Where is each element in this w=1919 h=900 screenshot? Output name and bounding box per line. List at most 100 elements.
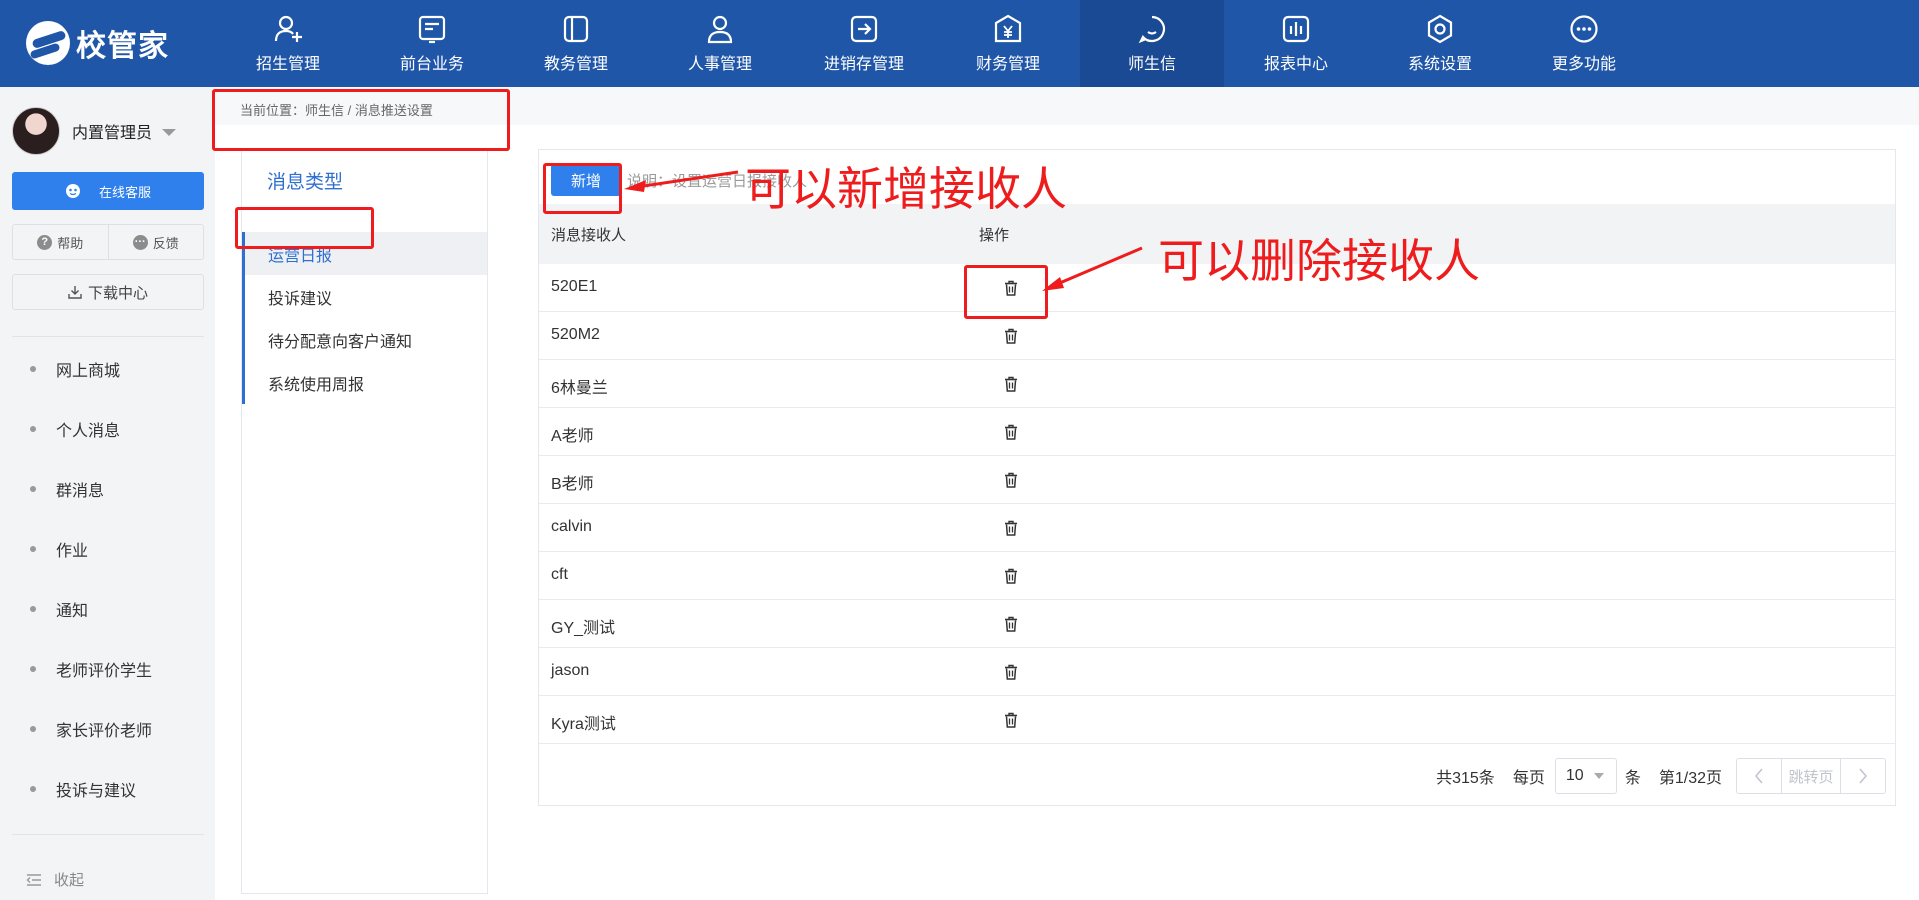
- table-row: calvin: [539, 504, 1895, 552]
- nav-item-4[interactable]: 进销存管理: [792, 0, 936, 87]
- nav-item-9[interactable]: 更多功能: [1512, 0, 1656, 87]
- annotation-add-note: 可以新增接收人: [745, 163, 1067, 215]
- feedback-label: 反馈: [152, 235, 179, 251]
- table-row: Kyra测试: [539, 696, 1895, 744]
- app-logo[interactable]: 校管家: [26, 18, 169, 68]
- bullet-icon: [30, 786, 36, 792]
- page-size-select[interactable]: 10: [1554, 758, 1617, 794]
- help-button[interactable]: ? 帮助: [13, 225, 109, 259]
- collapse-sidebar-button[interactable]: 收起: [26, 869, 84, 890]
- question-icon: ?: [37, 234, 53, 250]
- table-body: 520E1 520M2 6林曼兰 A老师 B老师 calvin cft GY_测试 jason K…: [539, 264, 1895, 744]
- online-service-button[interactable]: 在线客服: [12, 172, 204, 210]
- trash-icon[interactable]: [1004, 376, 1018, 392]
- table-row: B老师: [539, 456, 1895, 504]
- next-page-button[interactable]: [1841, 759, 1885, 793]
- jump-page-button[interactable]: 跳转页: [1781, 759, 1841, 793]
- pagination-per-page-label: 每页: [1512, 770, 1545, 787]
- book-icon: [561, 14, 591, 44]
- table-row: A老师: [539, 408, 1895, 456]
- nav-item-8[interactable]: 系统设置: [1368, 0, 1512, 87]
- download-center-button[interactable]: 下载中心: [12, 274, 204, 310]
- annotation-box-add-button: [543, 163, 622, 214]
- receiver-name: 520E1: [551, 278, 598, 295]
- headset-icon: [65, 184, 80, 198]
- nav-item-label: 更多功能: [1551, 55, 1616, 73]
- message-type-item-2[interactable]: 待分配意向客户通知: [242, 318, 487, 361]
- user-name[interactable]: 内置管理员: [72, 119, 152, 143]
- table-row: GY_测试: [539, 600, 1895, 648]
- nav-item-3[interactable]: 人事管理: [648, 0, 792, 87]
- screen-icon: [417, 14, 447, 44]
- bullet-icon: [30, 726, 36, 732]
- help-label: 帮助: [57, 235, 84, 251]
- nav-item-5[interactable]: 财务管理: [936, 0, 1080, 87]
- trash-icon[interactable]: [1004, 424, 1018, 440]
- nav-item-label: 前台业务: [399, 55, 464, 73]
- receiver-name: cft: [551, 566, 568, 583]
- sidebar-item-1[interactable]: 个人消息: [0, 399, 215, 459]
- avatar[interactable]: [12, 107, 60, 155]
- trash-icon[interactable]: [1004, 616, 1018, 632]
- main-content: 消息类型 运营日报 投诉建议 待分配意向客户通知 系统使用周报 新增 说明：设置运营日…: [215, 125, 1919, 900]
- prev-page-button[interactable]: [1737, 759, 1781, 793]
- trash-icon[interactable]: [1004, 568, 1018, 584]
- sidebar-item-label: 通知: [56, 603, 89, 620]
- trash-icon[interactable]: [1004, 520, 1018, 536]
- bullet-icon: [30, 366, 36, 372]
- sidebar-item-label: 家长评价老师: [56, 723, 153, 740]
- nav-item-0[interactable]: 招生管理: [216, 0, 360, 87]
- nav-item-7[interactable]: 报表中心: [1224, 0, 1368, 87]
- sidebar-item-label: 网上商城: [56, 363, 121, 380]
- trash-icon[interactable]: [1004, 712, 1018, 728]
- left-sidebar: 内置管理员 在线客服 ? 帮助 ··· 反馈 下载中心 网上商城个人消息群消息作…: [0, 87, 215, 900]
- message-type-list: 运营日报 投诉建议 待分配意向客户通知 系统使用周报: [242, 232, 487, 404]
- logo-text: 校管家: [76, 30, 169, 63]
- dots-icon: ···: [132, 234, 148, 250]
- nav-item-1[interactable]: 前台业务: [360, 0, 504, 87]
- more-icon: [1569, 14, 1599, 44]
- trash-icon[interactable]: [1004, 664, 1018, 680]
- receiver-name: A老师: [551, 428, 594, 445]
- bullet-icon: [30, 666, 36, 672]
- sidebar-item-5[interactable]: 老师评价学生: [0, 639, 215, 699]
- chevron-down-icon: [1593, 773, 1604, 779]
- sidebar-item-7[interactable]: 投诉与建议: [0, 759, 215, 819]
- nav-item-6[interactable]: 师生信: [1080, 0, 1224, 87]
- bullet-icon: [30, 606, 36, 612]
- message-type-title: 消息类型: [267, 172, 344, 193]
- sidebar-item-3[interactable]: 作业: [0, 519, 215, 579]
- pagination-page: 第1/32页: [1658, 770, 1722, 787]
- annotation-box-message-type: [235, 207, 374, 249]
- nav-item-label: 财务管理: [975, 55, 1040, 73]
- trash-icon[interactable]: [1004, 328, 1018, 344]
- sidebar-item-0[interactable]: 网上商城: [0, 339, 215, 399]
- sidebar-item-label: 作业: [56, 543, 89, 560]
- nav-item-2[interactable]: 教务管理: [504, 0, 648, 87]
- chevron-left-icon: [1755, 768, 1763, 784]
- nav-item-label: 报表中心: [1263, 55, 1328, 73]
- sidebar-item-4[interactable]: 通知: [0, 579, 215, 639]
- message-type-panel: 消息类型 运营日报 投诉建议 待分配意向客户通知 系统使用周报: [241, 149, 488, 894]
- transfer-icon: [849, 14, 879, 44]
- top-navigation-bar: 校管家 招生管理 前台业务 教务管理 人事管理 进销存管理 财务管理 师生信 报表中心 系统设置…: [0, 0, 1919, 87]
- message-type-item-3[interactable]: 系统使用周报: [242, 361, 487, 404]
- collapse-label: 收起: [54, 872, 85, 889]
- sidebar-item-6[interactable]: 家长评价老师: [0, 699, 215, 759]
- feedback-button[interactable]: ··· 反馈: [109, 225, 204, 259]
- message-type-item-1[interactable]: 投诉建议: [242, 275, 487, 318]
- bullet-icon: [30, 546, 36, 552]
- nav-item-label: 进销存管理: [823, 55, 904, 73]
- sidebar-item-2[interactable]: 群消息: [0, 459, 215, 519]
- user-menu[interactable]: 内置管理员: [12, 107, 177, 155]
- sidebar-menu: 网上商城个人消息群消息作业通知老师评价学生家长评价老师投诉与建议: [0, 339, 215, 819]
- nav-item-label: 人事管理: [687, 55, 752, 73]
- receiver-name: B老师: [551, 476, 594, 493]
- chevron-down-icon[interactable]: [162, 128, 177, 136]
- user-plus-icon: [273, 14, 303, 44]
- download-icon: [68, 286, 82, 299]
- sidebar-item-label: 个人消息: [56, 423, 121, 440]
- pager-nav: 跳转页: [1736, 758, 1886, 794]
- nav-item-label: 师生信: [1127, 55, 1176, 73]
- trash-icon[interactable]: [1004, 472, 1018, 488]
